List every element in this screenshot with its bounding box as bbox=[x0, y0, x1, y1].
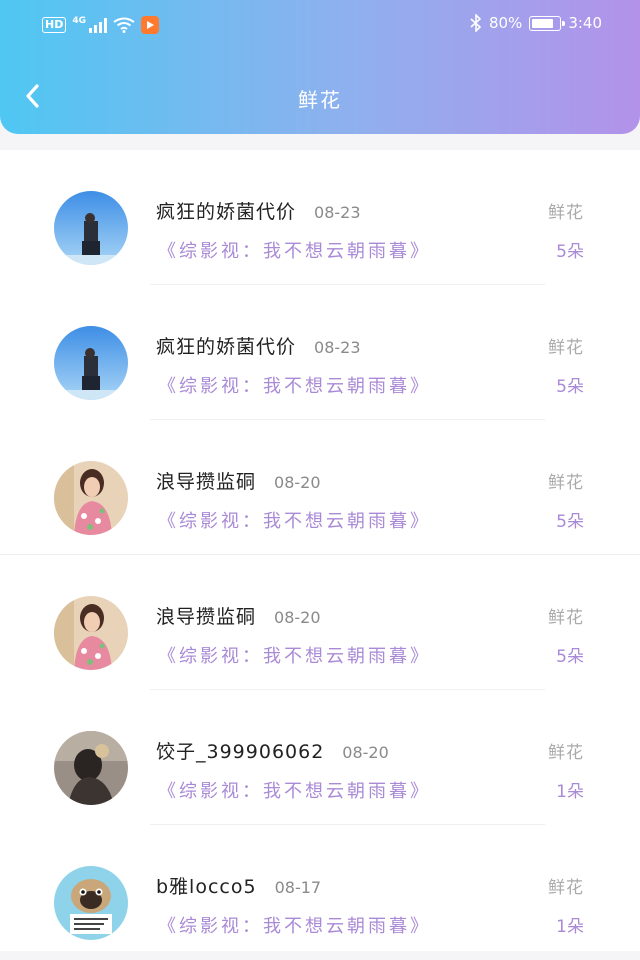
username[interactable]: 疯狂的娇菌代价 08-23 bbox=[156, 197, 361, 224]
list-item[interactable]: 疯狂的娇菌代价 08-23 《综影视：我不想云朝雨暮》 鲜花 5朵 bbox=[0, 150, 640, 285]
gift-count: 1朵 bbox=[556, 917, 584, 937]
username-text: 浪导攒监硐 bbox=[156, 471, 257, 493]
page-title: 鲜花 bbox=[298, 88, 342, 112]
gift-count: 5朵 bbox=[556, 377, 584, 397]
status-left: HD 4G bbox=[42, 16, 159, 34]
username-text: 饺子_399906062 bbox=[156, 741, 325, 763]
date: 08-17 bbox=[274, 878, 322, 897]
list-item[interactable]: 浪导攒监硐 08-20 《综影视：我不想云朝雨暮》 鲜花 5朵 bbox=[0, 555, 640, 690]
list-item[interactable]: 饺子_399906062 08-20 《综影视：我不想云朝雨暮》 鲜花 1朵 bbox=[0, 690, 640, 825]
gift-type: 鲜花 bbox=[548, 878, 584, 898]
username-text: 疯狂的娇菌代价 bbox=[156, 336, 297, 358]
gift-type: 鲜花 bbox=[548, 338, 584, 358]
work-title[interactable]: 《综影视：我不想云朝雨暮》 bbox=[158, 912, 431, 938]
avatar[interactable] bbox=[54, 596, 128, 670]
list-item[interactable]: 浪导攒监硐 08-20 《综影视：我不想云朝雨暮》 鲜花 5朵 bbox=[0, 420, 640, 555]
flower-record-list: 疯狂的娇菌代价 08-23 《综影视：我不想云朝雨暮》 鲜花 5朵 疯狂的娇菌代价… bbox=[0, 150, 640, 951]
network-type: 4G bbox=[72, 16, 86, 26]
status-right: 80% 3:40 bbox=[470, 14, 602, 32]
list-item[interactable]: b雅locco5 08-17 《综影视：我不想云朝雨暮》 鲜花 1朵 bbox=[0, 825, 640, 960]
username[interactable]: 饺子_399906062 08-20 bbox=[156, 737, 389, 764]
avatar[interactable] bbox=[54, 191, 128, 265]
date: 08-20 bbox=[274, 473, 321, 492]
wifi-icon bbox=[113, 17, 135, 33]
avatar[interactable] bbox=[54, 731, 128, 805]
bluetooth-icon bbox=[470, 14, 482, 32]
app-header: HD 4G 80% 3:40 鲜花 bbox=[0, 0, 640, 134]
username[interactable]: 浪导攒监硐 08-20 bbox=[156, 602, 321, 629]
work-title[interactable]: 《综影视：我不想云朝雨暮》 bbox=[158, 507, 431, 533]
username-text: 疯狂的娇菌代价 bbox=[156, 201, 297, 223]
work-title[interactable]: 《综影视：我不想云朝雨暮》 bbox=[158, 237, 431, 263]
username[interactable]: 浪导攒监硐 08-20 bbox=[156, 467, 321, 494]
work-title[interactable]: 《综影视：我不想云朝雨暮》 bbox=[158, 777, 431, 803]
signal-icon bbox=[89, 17, 107, 33]
hd-badge: HD bbox=[42, 17, 67, 33]
status-bar: HD 4G 80% 3:40 bbox=[0, 0, 640, 54]
gift-count: 5朵 bbox=[556, 647, 584, 667]
avatar[interactable] bbox=[54, 866, 128, 940]
gift-count: 5朵 bbox=[556, 512, 584, 532]
gift-type: 鲜花 bbox=[548, 203, 584, 223]
gift-type: 鲜花 bbox=[548, 473, 584, 493]
avatar[interactable] bbox=[54, 461, 128, 535]
list-item[interactable]: 疯狂的娇菌代价 08-23 《综影视：我不想云朝雨暮》 鲜花 5朵 bbox=[0, 285, 640, 420]
username[interactable]: 疯狂的娇菌代价 08-23 bbox=[156, 332, 361, 359]
date: 08-23 bbox=[314, 338, 361, 357]
gift-count: 5朵 bbox=[556, 242, 584, 262]
work-title[interactable]: 《综影视：我不想云朝雨暮》 bbox=[158, 642, 431, 668]
username-text: b雅locco5 bbox=[156, 876, 257, 898]
battery-fill bbox=[532, 18, 554, 28]
username[interactable]: b雅locco5 08-17 bbox=[156, 872, 321, 899]
username-text: 浪导攒监硐 bbox=[156, 606, 257, 628]
gift-type: 鲜花 bbox=[548, 608, 584, 628]
work-title[interactable]: 《综影视：我不想云朝雨暮》 bbox=[158, 372, 431, 398]
date: 08-20 bbox=[342, 743, 389, 762]
app-notification-icon bbox=[141, 16, 159, 34]
date: 08-23 bbox=[314, 203, 361, 222]
gift-type: 鲜花 bbox=[548, 743, 584, 763]
clock: 3:40 bbox=[568, 14, 602, 32]
gift-count: 1朵 bbox=[556, 782, 584, 802]
battery-percent: 80% bbox=[488, 14, 523, 32]
avatar[interactable] bbox=[54, 326, 128, 400]
battery-icon bbox=[529, 15, 566, 31]
date: 08-20 bbox=[274, 608, 321, 627]
